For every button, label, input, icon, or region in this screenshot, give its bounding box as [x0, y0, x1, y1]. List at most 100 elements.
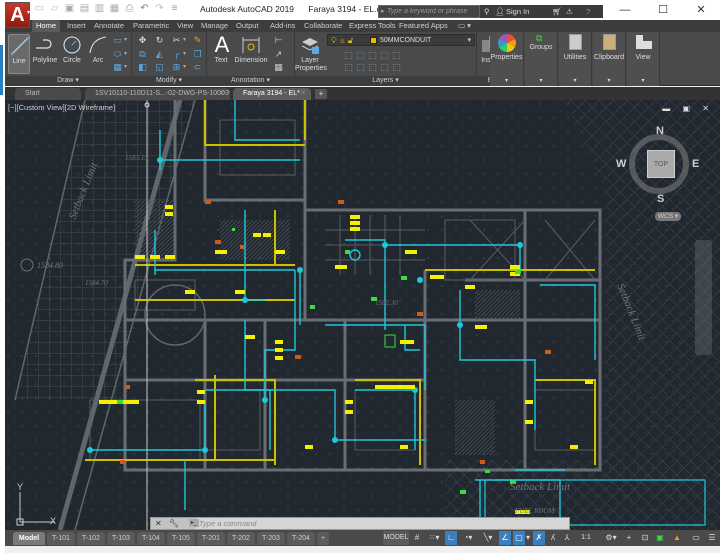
layer-tool-icon[interactable]: ⬚	[379, 50, 390, 61]
units-icon[interactable]: ⊡	[639, 531, 651, 545]
open-icon[interactable]: ▱	[49, 3, 60, 14]
layout-tab[interactable]: T-105	[167, 532, 195, 545]
annotation-monitor-icon[interactable]: +	[623, 531, 635, 545]
command-line[interactable]: ✕ 🔧︎ ▸_ Type a command	[150, 517, 570, 530]
circle-button[interactable]: Circle	[61, 34, 83, 64]
layer-properties-button[interactable]: Layer Properties	[295, 34, 327, 73]
close-command-line-icon[interactable]: ✕	[155, 519, 162, 528]
close-tab-icon[interactable]: ✕	[219, 88, 225, 100]
save-icon[interactable]: ▣	[64, 3, 75, 14]
close-tab-icon[interactable]: ✕	[300, 88, 306, 100]
ellipse-icon[interactable]: ⬭	[112, 49, 127, 60]
navigation-bar[interactable]	[695, 240, 712, 355]
tab-output[interactable]: Output	[236, 20, 259, 32]
grid-toggle[interactable]: #	[411, 531, 423, 545]
layer-tool-icon[interactable]: ⬚	[355, 50, 366, 61]
stretch-icon[interactable]: ◧	[137, 62, 148, 73]
new-icon[interactable]: ▭	[34, 3, 45, 14]
annotation-scale-icon[interactable]: ⅄	[561, 531, 573, 545]
linear-dim-icon[interactable]: ⊢	[273, 35, 284, 46]
object-snap-tracking-toggle[interactable]: ∠	[499, 531, 511, 545]
customization-menu-icon[interactable]: ☰	[705, 531, 719, 545]
redo-icon[interactable]: ↷	[154, 3, 165, 14]
file-tab-1sv10110[interactable]: 1SV10110-110D11-S...-02-DWG-PS-10003* ✕	[85, 88, 230, 100]
tab-express-tools[interactable]: Express Tools	[349, 20, 396, 32]
viewcube-top-face[interactable]: TOP	[647, 150, 675, 178]
view-panel[interactable]: View ▾	[627, 32, 660, 86]
isodraft-toggle[interactable]: ╲▾	[479, 531, 497, 545]
new-tab-button[interactable]: +	[315, 89, 327, 99]
move-icon[interactable]: ✥	[137, 35, 148, 46]
erase-icon[interactable]: ✎	[192, 35, 203, 46]
customize-qat-icon[interactable]: ≡	[169, 3, 180, 14]
tab-add-ins[interactable]: Add-ins	[270, 20, 295, 32]
model-space-toggle[interactable]: MODEL	[383, 531, 409, 545]
viewport-window-controls[interactable]: ▬ ▣ ✕	[662, 104, 714, 113]
offset-icon[interactable]: ⊂	[192, 62, 203, 73]
layout-tab[interactable]: T-102	[77, 532, 105, 545]
maximize-button[interactable]: ☐	[644, 0, 682, 20]
explode-icon[interactable]: ❒	[192, 49, 203, 60]
table-icon[interactable]: ▦	[273, 62, 284, 73]
compass-south[interactable]: S	[657, 193, 664, 205]
a360-icon[interactable]: ⚠︎	[566, 5, 573, 18]
search-input[interactable]: Type a keyword or phrase	[378, 5, 480, 18]
binoculars-icon[interactable]: ⚲	[484, 5, 490, 18]
object-snap-toggle[interactable]: ▢	[513, 531, 525, 545]
file-tab-start[interactable]: Start	[15, 88, 81, 100]
help-icon[interactable]: ?	[586, 5, 590, 18]
close-button[interactable]: ✕	[682, 0, 720, 20]
fillet-icon[interactable]: ╭	[171, 49, 186, 60]
plot-icon[interactable]: ⎙	[124, 3, 135, 14]
draw-panel-label[interactable]: Draw ▾	[5, 76, 131, 86]
layer-tool-icon[interactable]: ⬚	[379, 62, 390, 73]
ortho-toggle[interactable]: ∟	[445, 531, 457, 545]
layout-tab[interactable]: T-101	[47, 532, 75, 545]
polar-toggle[interactable]: ◔▾	[459, 531, 477, 545]
annotation-scale-dropdown[interactable]: 1:1	[575, 531, 597, 545]
layout-tab[interactable]: T-203	[257, 532, 285, 545]
layer-tool-icon[interactable]: ⬚	[367, 62, 378, 73]
drawing-canvas[interactable]: Setback Limit Setback Limit Setback Limi…	[5, 100, 720, 530]
customize-wrench-icon[interactable]: 🔧︎	[169, 519, 179, 528]
layer-tool-icon[interactable]: ⬚	[355, 62, 366, 73]
layer-tool-icon[interactable]: ⬚	[343, 50, 354, 61]
copy-icon[interactable]: ⧉	[137, 49, 148, 60]
hatch-icon[interactable]: ▦	[112, 62, 127, 73]
layer-tool-icon[interactable]: ⬚	[391, 50, 402, 61]
clipboard-panel[interactable]: Clipboard ▾	[593, 32, 626, 86]
trim-icon[interactable]: ✂	[171, 35, 186, 46]
clean-screen-icon[interactable]: ▭	[689, 531, 703, 545]
leader-icon[interactable]: ↗	[273, 49, 284, 60]
compass-north[interactable]: N	[656, 125, 664, 137]
layout-tab-model[interactable]: Model	[13, 532, 45, 545]
layout-tab[interactable]: T-202	[227, 532, 255, 545]
groups-panel[interactable]: ⧉ Groups ▾	[525, 32, 558, 86]
rotate-icon[interactable]: ↻	[154, 35, 165, 46]
layer-dropdown[interactable]: 💡︎☼🔓︎ 50MMCONDUIT ▾	[327, 34, 475, 46]
layout-tab[interactable]: T-103	[107, 532, 135, 545]
properties-panel[interactable]: Properties ▾	[490, 32, 524, 86]
open-web-icon[interactable]: ▥	[94, 3, 105, 14]
compass-west[interactable]: W	[616, 158, 626, 170]
arc-button[interactable]: Arc	[87, 34, 109, 64]
sign-in-button[interactable]: Sign In	[506, 5, 529, 18]
minimize-button[interactable]: —	[606, 0, 644, 20]
modify-panel-label[interactable]: Modify ▾	[132, 76, 206, 86]
cart-icon[interactable]: 🛒︎	[552, 5, 562, 18]
layer-tool-icon[interactable]: ⬚	[343, 62, 354, 73]
array-icon[interactable]: ⊞	[171, 62, 186, 73]
lock-ui-icon[interactable]: ▲	[670, 531, 684, 545]
polyline-button[interactable]: Polyline	[31, 34, 59, 64]
command-input[interactable]: Type a command	[199, 518, 256, 529]
wcs-menu[interactable]: WCS ▾	[655, 212, 681, 221]
tab-manage[interactable]: Manage	[201, 20, 228, 32]
rectangle-icon[interactable]: ▭	[112, 35, 127, 46]
command-prompt-icon[interactable]: ▸_	[189, 519, 199, 527]
workspace-gear-icon[interactable]: ⚙▾	[601, 531, 621, 545]
undo-icon[interactable]: ↶	[139, 3, 150, 14]
scale-icon[interactable]: ◱	[154, 62, 165, 73]
tab-annotate[interactable]: Annotate	[94, 20, 124, 32]
tab-home[interactable]: Home	[32, 20, 61, 32]
mirror-icon[interactable]: ◭	[154, 49, 165, 60]
